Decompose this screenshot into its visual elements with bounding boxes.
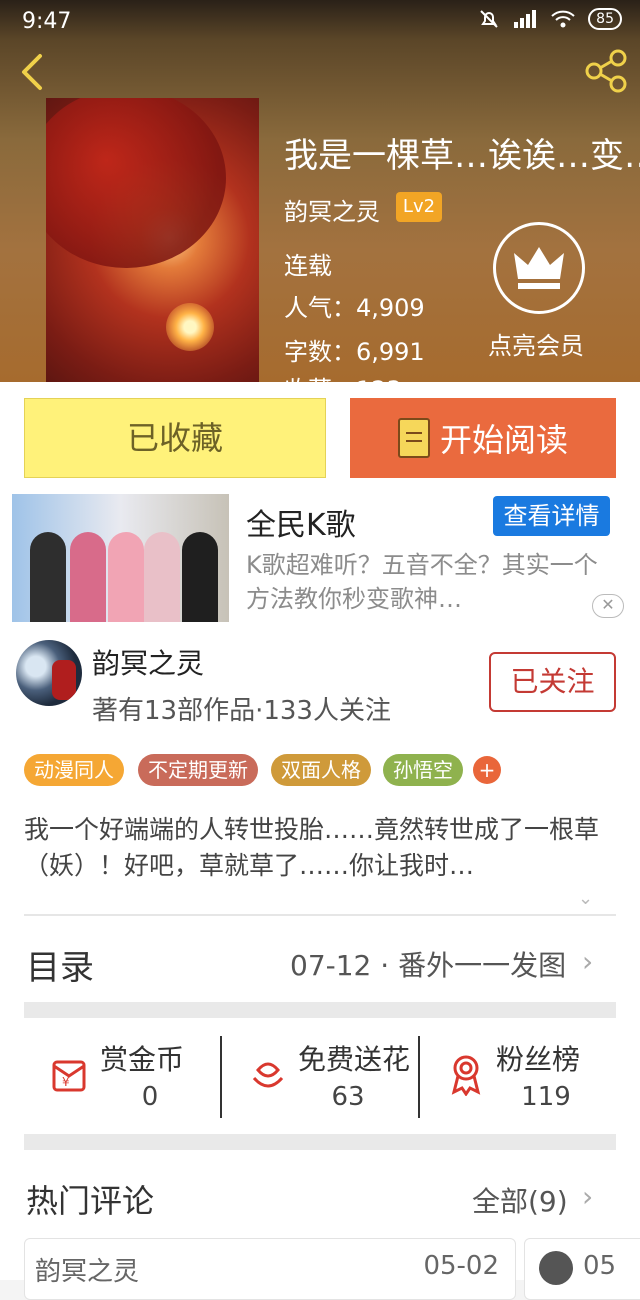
crown-icon	[514, 247, 564, 289]
stat-fan-ranking[interactable]: 粉丝榜 119	[420, 1030, 616, 1120]
divider	[24, 914, 616, 916]
status-time: 9:47	[22, 9, 72, 34]
medal-icon	[451, 1055, 481, 1096]
follow-button[interactable]: 已关注	[489, 652, 616, 712]
ad-details-button[interactable]: 查看详情	[493, 496, 610, 536]
flower-icon	[252, 1062, 284, 1088]
status-bar: 9:47 85	[0, 0, 640, 44]
signal-icon	[514, 10, 537, 28]
vip-label[interactable]: 点亮会员	[488, 326, 584, 361]
book-status: 连载	[284, 252, 332, 280]
expand-chevron-icon[interactable]: ⌄	[578, 888, 600, 909]
book-icon	[397, 418, 430, 458]
start-reading-button[interactable]: 开始阅读	[350, 398, 616, 478]
stat-value: 0	[141, 1082, 159, 1112]
section-gap	[24, 1134, 616, 1150]
stat-value: 63	[331, 1082, 365, 1112]
comment-date: 05	[583, 1251, 617, 1281]
toc-latest-chapter[interactable]: 07-12 · 番外一一发图	[290, 944, 566, 984]
book-cover-image[interactable]	[46, 98, 259, 390]
ad-thumbnail[interactable]	[12, 494, 229, 622]
stat-reward-coins[interactable]: ¥ 赏金币 0	[24, 1030, 220, 1120]
book-title: 我是一棵草…诶诶…变…	[284, 136, 640, 176]
battery-indicator: 85	[588, 8, 622, 30]
ad-title[interactable]: 全民K歌	[246, 500, 356, 544]
author-avatar[interactable]	[16, 640, 82, 706]
stat-label: 免费送花	[298, 1043, 411, 1076]
mute-bell-icon	[480, 10, 498, 28]
comment-card[interactable]: 05	[524, 1238, 640, 1300]
red-envelope-icon: ¥	[52, 1060, 86, 1092]
section-gap	[24, 1002, 616, 1018]
book-word-count: 字数：6,991	[284, 338, 425, 366]
comment-date: 05-02	[423, 1251, 499, 1281]
favorited-button[interactable]: 已收藏	[24, 398, 326, 478]
comment-card[interactable]: 韵冥之灵 05-02	[24, 1238, 516, 1300]
stat-label: 赏金币	[100, 1043, 185, 1076]
book-author[interactable]: 韵冥之灵	[284, 192, 380, 227]
chevron-right-icon[interactable]: ›	[582, 945, 593, 978]
stat-free-flowers[interactable]: 免费送花 63	[222, 1030, 418, 1120]
chevron-right-icon[interactable]: ›	[582, 1180, 593, 1213]
back-arrow-icon[interactable]	[14, 52, 54, 92]
svg-text:¥: ¥	[62, 1075, 70, 1089]
cover-cape-shape	[46, 98, 226, 268]
tag-item[interactable]: 不定期更新	[138, 754, 258, 786]
tag-item[interactable]: 动漫同人	[24, 754, 124, 786]
ad-figure	[30, 532, 66, 622]
ad-figure	[182, 532, 218, 622]
stat-value: 119	[521, 1082, 571, 1112]
author-level-badge: Lv2	[396, 192, 442, 222]
ad-figure	[108, 532, 144, 622]
book-synopsis[interactable]: 我一个好端端的人转世投胎……竟然转世成了一根草（妖）！好吧，草就草了……你让我时…	[24, 812, 624, 884]
avatar-figure	[52, 660, 76, 700]
ad-figure	[70, 532, 106, 622]
start-reading-label: 开始阅读	[439, 421, 568, 459]
status-icons: 85	[478, 8, 622, 30]
book-favorites-partial: 收藏：123	[284, 370, 402, 382]
book-popularity: 人气：4,909	[284, 294, 425, 322]
share-icon[interactable]	[584, 48, 630, 94]
vip-crown-button[interactable]	[493, 222, 585, 314]
add-tag-button[interactable]: +	[473, 756, 501, 784]
cover-glow-shape	[166, 303, 214, 351]
ad-description[interactable]: K歌超难听？五音不全？其实一个方法教你秒变歌神…	[246, 548, 616, 616]
tag-item[interactable]: 双面人格	[271, 754, 371, 786]
toc-title[interactable]: 目录	[26, 940, 94, 989]
all-comments-link[interactable]: 全部(9)	[472, 1180, 568, 1220]
ad-close-icon[interactable]: ✕	[592, 594, 624, 618]
wifi-icon	[551, 10, 575, 28]
ad-figure	[144, 532, 180, 622]
tag-item[interactable]: 孙悟空	[383, 754, 463, 786]
author-meta: 著有13部作品·133人关注	[92, 696, 391, 726]
stat-label: 粉丝榜	[496, 1043, 581, 1076]
comment-user: 韵冥之灵	[35, 1257, 140, 1287]
hot-comments-title: 热门评论	[26, 1182, 155, 1220]
author-name[interactable]: 韵冥之灵	[92, 642, 204, 682]
stats-bar: ¥ 赏金币 0 免费送花 63 粉丝榜 119	[24, 1030, 616, 1120]
